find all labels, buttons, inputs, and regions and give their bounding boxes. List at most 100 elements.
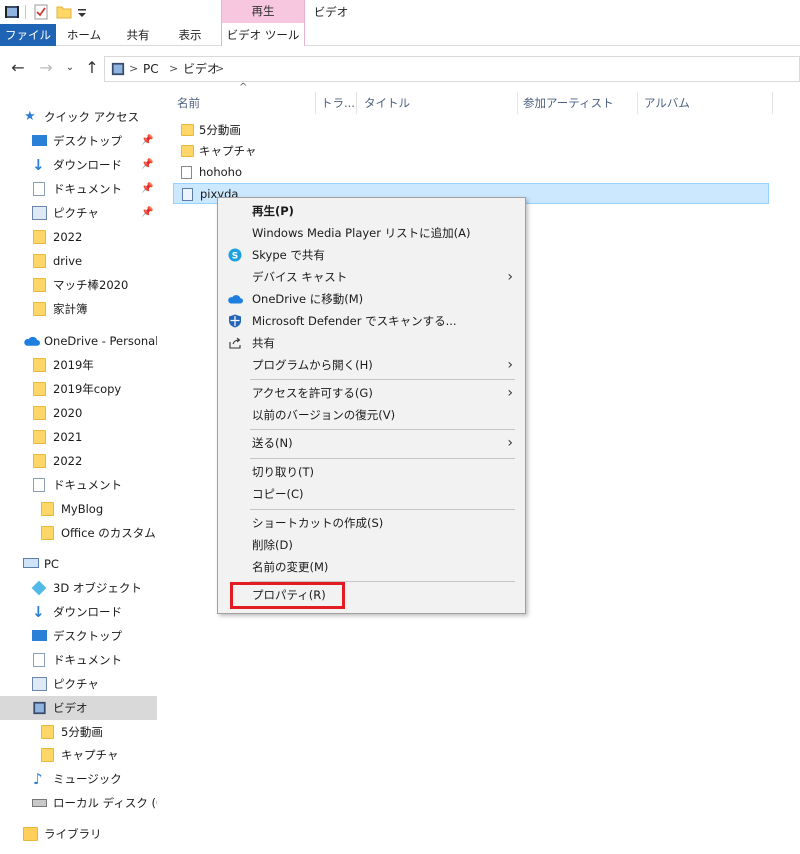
pin-icon: 📌 <box>141 183 154 194</box>
nav-item-pictures-pc[interactable]: ピクチャ <box>0 673 157 695</box>
folder-icon <box>33 254 46 268</box>
column-divider[interactable] <box>315 92 316 114</box>
folder-icon <box>33 230 46 244</box>
nav-item-5min-videos[interactable]: 5分動画 <box>0 721 157 743</box>
file-row[interactable]: hohoho <box>173 162 769 183</box>
tab-video-tools[interactable]: ビデオ ツール <box>222 24 304 46</box>
nav-label: ドキュメント <box>53 653 122 667</box>
nav-item-captures[interactable]: キャプチャ <box>0 744 157 766</box>
nav-item-drive[interactable]: drive <box>0 250 157 272</box>
file-name: 5分動画 <box>199 123 241 137</box>
menu-item-restore-previous-versions[interactable]: 以前のバージョンの復元(V) <box>220 404 523 426</box>
menu-item-send-to[interactable]: 送る(N) › <box>220 432 523 454</box>
nav-item-desktop[interactable]: デスクトップ 📌 <box>0 130 157 152</box>
menu-item-cut[interactable]: 切り取り(T) <box>220 461 523 483</box>
nav-item-myblog[interactable]: MyBlog <box>0 498 157 520</box>
video-folder-icon[interactable] <box>4 4 20 20</box>
nav-item-2021[interactable]: 2021 <box>0 426 157 448</box>
menu-item-defender-scan[interactable]: Microsoft Defender でスキャンする... <box>220 310 523 332</box>
menu-item-give-access[interactable]: アクセスを許可する(G) › <box>220 382 523 404</box>
menu-item-copy[interactable]: コピー(C) <box>220 483 523 505</box>
menu-label: 削除(D) <box>252 538 293 552</box>
nav-item-2022-onedrive[interactable]: 2022 <box>0 450 157 472</box>
menu-item-share-skype[interactable]: S Skype で共有 <box>220 244 523 266</box>
nav-item-2020[interactable]: 2020 <box>0 402 157 424</box>
nav-item-matchbou2020[interactable]: マッチ棒2020 <box>0 274 157 296</box>
menu-item-cast-to-device[interactable]: デバイス キャスト › <box>220 266 523 288</box>
file-row[interactable]: 5分動画 <box>173 120 769 141</box>
nav-item-local-disk[interactable]: ローカル ディスク (C:) <box>0 792 157 814</box>
submenu-chevron-icon: › <box>507 385 513 401</box>
nav-item-documents-pc[interactable]: ドキュメント <box>0 649 157 671</box>
nav-item-downloads-pc[interactable]: ↓ ダウンロード <box>0 601 157 623</box>
nav-label: 2019年copy <box>53 382 122 396</box>
nav-item-documents[interactable]: ドキュメント 📌 <box>0 178 157 200</box>
submenu-chevron-icon: › <box>507 357 513 373</box>
dropdown-arrow-icon[interactable] <box>74 4 90 20</box>
nav-label: ピクチャ <box>53 677 99 691</box>
pictures-icon <box>32 677 47 691</box>
quick-access-separator <box>25 5 26 19</box>
breadcrumb-video[interactable]: ビデオ <box>183 57 219 81</box>
menu-item-rename[interactable]: 名前の変更(M) <box>220 556 523 578</box>
nav-item-music[interactable]: ♪ ミュージック <box>0 768 157 790</box>
address-bar[interactable]: > PC > ビデオ > <box>104 56 800 82</box>
nav-item-office-templates[interactable]: Office のカスタム テン <box>0 522 157 544</box>
nav-item-downloads[interactable]: ↓ ダウンロード 📌 <box>0 154 157 176</box>
properties-check-icon[interactable] <box>33 4 49 20</box>
title-bar <box>0 0 800 24</box>
share-icon <box>229 337 241 349</box>
nav-label: 2022 <box>53 454 83 468</box>
nav-item-videos[interactable]: ビデオ <box>0 696 157 720</box>
column-header-name[interactable]: 名前 <box>177 92 200 114</box>
folder-icon <box>41 526 54 540</box>
nav-item-2022[interactable]: 2022 <box>0 226 157 248</box>
back-arrow-icon[interactable]: ← <box>8 58 28 78</box>
nav-item-kakeibo[interactable]: 家計簿 <box>0 298 157 320</box>
tab-file[interactable]: ファイル <box>0 24 56 46</box>
column-divider[interactable] <box>356 92 357 114</box>
nav-label: ダウンロード <box>53 605 122 619</box>
tab-share[interactable]: 共有 <box>112 24 164 46</box>
nav-item-documents-onedrive[interactable]: ドキュメント <box>0 474 157 496</box>
file-row[interactable]: キャプチャ <box>173 141 769 162</box>
nav-label: MyBlog <box>61 502 104 516</box>
column-divider[interactable] <box>517 92 518 114</box>
menu-item-share[interactable]: 共有 <box>220 332 523 354</box>
menu-item-open-with[interactable]: プログラムから開く(H) › <box>220 354 523 376</box>
star-icon: ★ <box>24 109 36 124</box>
menu-item-create-shortcut[interactable]: ショートカットの作成(S) <box>220 512 523 534</box>
nav-item-2019[interactable]: 2019年 <box>0 354 157 376</box>
nav-label: Office のカスタム テン <box>61 526 157 540</box>
column-header-artist[interactable]: 参加アーティスト <box>523 92 614 114</box>
tab-view[interactable]: 表示 <box>164 24 216 46</box>
menu-item-move-to-onedrive[interactable]: OneDrive に移動(M) <box>220 288 523 310</box>
forward-arrow-icon[interactable]: → <box>36 58 56 78</box>
column-header-album[interactable]: アルバム <box>644 92 690 114</box>
menu-item-play[interactable]: 再生(P) <box>220 200 523 222</box>
folder-icon[interactable] <box>56 4 72 20</box>
nav-onedrive[interactable]: OneDrive - Personal <box>0 330 157 352</box>
nav-item-pictures[interactable]: ピクチャ 📌 <box>0 202 157 224</box>
recent-locations-chevron-icon[interactable]: ⌄ <box>60 58 80 78</box>
column-header-title[interactable]: タイトル <box>364 92 410 114</box>
menu-item-delete[interactable]: 削除(D) <box>220 534 523 556</box>
nav-label: 2020 <box>53 406 83 420</box>
context-menu: 再生(P) Windows Media Player リストに追加(A) S S… <box>217 197 526 614</box>
tab-home[interactable]: ホーム <box>56 24 112 46</box>
nav-item-desktop-pc[interactable]: デスクトップ <box>0 625 157 647</box>
nav-quick-access[interactable]: ★ クイック アクセス <box>0 106 157 128</box>
nav-item-2019-copy[interactable]: 2019年copy <box>0 378 157 400</box>
nav-pc[interactable]: PC <box>0 553 157 575</box>
folder-icon <box>41 748 54 762</box>
up-arrow-icon[interactable]: ↑ <box>82 58 102 78</box>
column-header-track[interactable]: トラ... <box>321 92 355 114</box>
menu-item-add-to-wmp[interactable]: Windows Media Player リストに追加(A) <box>220 222 523 244</box>
breadcrumb-pc[interactable]: PC <box>143 57 159 81</box>
column-divider[interactable] <box>772 92 773 114</box>
ribbon-tabs: ファイル ホーム 共有 表示 ビデオ <box>0 5 800 46</box>
nav-item-3d-objects[interactable]: 3D オブジェクト <box>0 577 157 599</box>
column-divider[interactable] <box>637 92 638 114</box>
nav-label: ビデオ <box>53 701 88 715</box>
nav-libraries[interactable]: ライブラリ <box>0 823 157 845</box>
